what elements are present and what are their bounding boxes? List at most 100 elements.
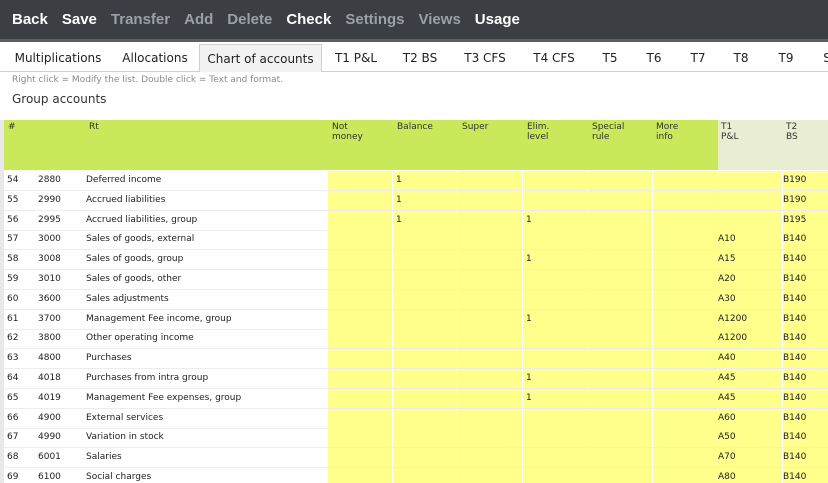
row-index[interactable]: 64	[4, 369, 18, 388]
balance-value[interactable]	[393, 448, 396, 467]
table-row[interactable]: 65 4019 Management Fee expenses, group 1 A45…	[0, 388, 828, 409]
account-number[interactable]: 2995	[35, 211, 61, 230]
balance-value[interactable]: 1	[393, 191, 402, 210]
t2-code[interactable]: B140	[780, 428, 806, 447]
tab-s[interactable]: S	[817, 44, 828, 72]
t2-code[interactable]: B140	[780, 369, 806, 388]
table-row[interactable]: 62 3800 Other operating income A1200 B140	[0, 329, 828, 350]
balance-value[interactable]	[393, 369, 396, 388]
row-index[interactable]: 68	[4, 448, 18, 467]
table-row[interactable]: 61 3700 Management Fee income, group 1 A1200…	[0, 309, 828, 330]
table-row[interactable]: 64 4018 Purchases from intra group 1 A45 B140	[0, 369, 828, 389]
table-row[interactable]: 69 6100 Social charges A80 B140	[0, 468, 828, 483]
account-name[interactable]: Sales of goods, other	[83, 270, 181, 289]
elim-level-value[interactable]: 1	[523, 389, 532, 408]
row-index[interactable]: 55	[4, 191, 18, 210]
t2-code[interactable]: B140	[780, 329, 806, 348]
balance-value[interactable]	[393, 329, 396, 348]
tab-t4-cfs[interactable]: T4 CFS	[522, 44, 586, 72]
account-name[interactable]: Variation in stock	[83, 428, 164, 447]
elim-level-value[interactable]	[523, 230, 526, 249]
account-name[interactable]: Social charges	[83, 468, 151, 483]
account-name[interactable]: Salaries	[83, 448, 122, 467]
column-header-t1-pl[interactable]: T1 P&L	[721, 122, 738, 142]
row-index[interactable]: 57	[4, 230, 18, 249]
account-name[interactable]: Purchases	[83, 349, 132, 368]
tab-chart-of-accounts[interactable]: Chart of accounts	[199, 44, 322, 72]
account-name[interactable]: Other operating income	[83, 329, 194, 348]
t1-code[interactable]	[715, 191, 718, 210]
t1-code[interactable]: A40	[715, 349, 736, 368]
t2-code[interactable]: B190	[780, 171, 806, 190]
balance-value[interactable]	[393, 310, 396, 329]
t2-code[interactable]: B195	[780, 211, 806, 230]
t1-code[interactable]: A80	[715, 468, 736, 483]
account-number[interactable]: 3008	[35, 250, 61, 269]
column-header-elim-level[interactable]: Elim. level	[527, 122, 549, 142]
account-name[interactable]: Accrued liabilities	[83, 191, 165, 210]
account-number[interactable]: 3600	[35, 290, 61, 309]
elim-level-value[interactable]: 1	[523, 310, 532, 329]
elim-level-value[interactable]	[523, 468, 526, 483]
t2-code[interactable]: B140	[780, 270, 806, 289]
t2-code[interactable]: B140	[780, 389, 806, 408]
row-index[interactable]: 54	[4, 171, 18, 190]
t1-code[interactable]: A1200	[715, 310, 747, 329]
column-header-index[interactable]: #	[8, 122, 16, 132]
row-index[interactable]: 56	[4, 211, 18, 230]
account-name[interactable]: Accrued liabilities, group	[83, 211, 197, 230]
tab-t5[interactable]: T5	[595, 44, 625, 72]
tab-t3-cfs[interactable]: T3 CFS	[453, 44, 517, 72]
column-header-special-rule[interactable]: Special rule	[592, 122, 624, 142]
t1-code[interactable]: A70	[715, 448, 736, 467]
toolbar-add-button[interactable]: Add	[184, 11, 213, 28]
table-row[interactable]: 54 2880 Deferred income 1 B190	[0, 171, 828, 191]
account-number[interactable]: 2880	[35, 171, 61, 190]
t2-code[interactable]: B140	[780, 349, 806, 368]
toolbar-views-button[interactable]: Views	[419, 11, 461, 28]
t2-code[interactable]: B140	[780, 468, 806, 483]
row-index[interactable]: 66	[4, 409, 18, 428]
column-header-balance[interactable]: Balance	[397, 122, 433, 132]
elim-level-value[interactable]	[523, 290, 526, 309]
account-name[interactable]: Management Fee income, group	[83, 310, 232, 329]
account-name[interactable]: Sales of goods, group	[83, 250, 183, 269]
account-name[interactable]: Deferred income	[83, 171, 161, 190]
row-index[interactable]: 65	[4, 389, 18, 408]
t1-code[interactable]: A60	[715, 409, 736, 428]
tab-t1-p-l[interactable]: T1 P&L	[325, 44, 387, 72]
t1-code[interactable]: A20	[715, 270, 736, 289]
account-number[interactable]: 4900	[35, 409, 61, 428]
t1-code[interactable]: A15	[715, 250, 736, 269]
row-index[interactable]: 59	[4, 270, 18, 289]
table-row[interactable]: 63 4800 Purchases A40 B140	[0, 349, 828, 370]
account-number[interactable]: 4800	[35, 349, 61, 368]
t1-code[interactable]	[715, 211, 718, 230]
elim-level-value[interactable]: 1	[523, 211, 532, 230]
t2-code[interactable]: B140	[780, 250, 806, 269]
account-number[interactable]: 4019	[35, 389, 61, 408]
t1-code[interactable]: A1200	[715, 329, 747, 348]
balance-value[interactable]	[393, 270, 396, 289]
row-index[interactable]: 60	[4, 290, 18, 309]
balance-value[interactable]	[393, 468, 396, 483]
balance-value[interactable]	[393, 409, 396, 428]
account-number[interactable]: 4018	[35, 369, 61, 388]
account-name[interactable]: Purchases from intra group	[83, 369, 208, 388]
elim-level-value[interactable]	[523, 448, 526, 467]
table-row[interactable]: 57 3000 Sales of goods, external A10 B140	[0, 230, 828, 251]
t1-code[interactable]: A45	[715, 369, 736, 388]
tab-t6[interactable]: T6	[640, 44, 668, 72]
t1-code[interactable]: A30	[715, 290, 736, 309]
column-header-rt[interactable]: Rt	[89, 122, 99, 132]
balance-value[interactable]	[393, 389, 396, 408]
elim-level-value[interactable]	[523, 270, 526, 289]
toolbar-usage-button[interactable]: Usage	[475, 11, 520, 28]
t1-code[interactable]: A50	[715, 428, 736, 447]
account-number[interactable]: 3010	[35, 270, 61, 289]
column-header-more-info[interactable]: More info	[656, 122, 678, 142]
toolbar-save-button[interactable]: Save	[62, 11, 97, 28]
elim-level-value[interactable]	[523, 329, 526, 348]
row-index[interactable]: 58	[4, 250, 18, 269]
balance-value[interactable]	[393, 428, 396, 447]
